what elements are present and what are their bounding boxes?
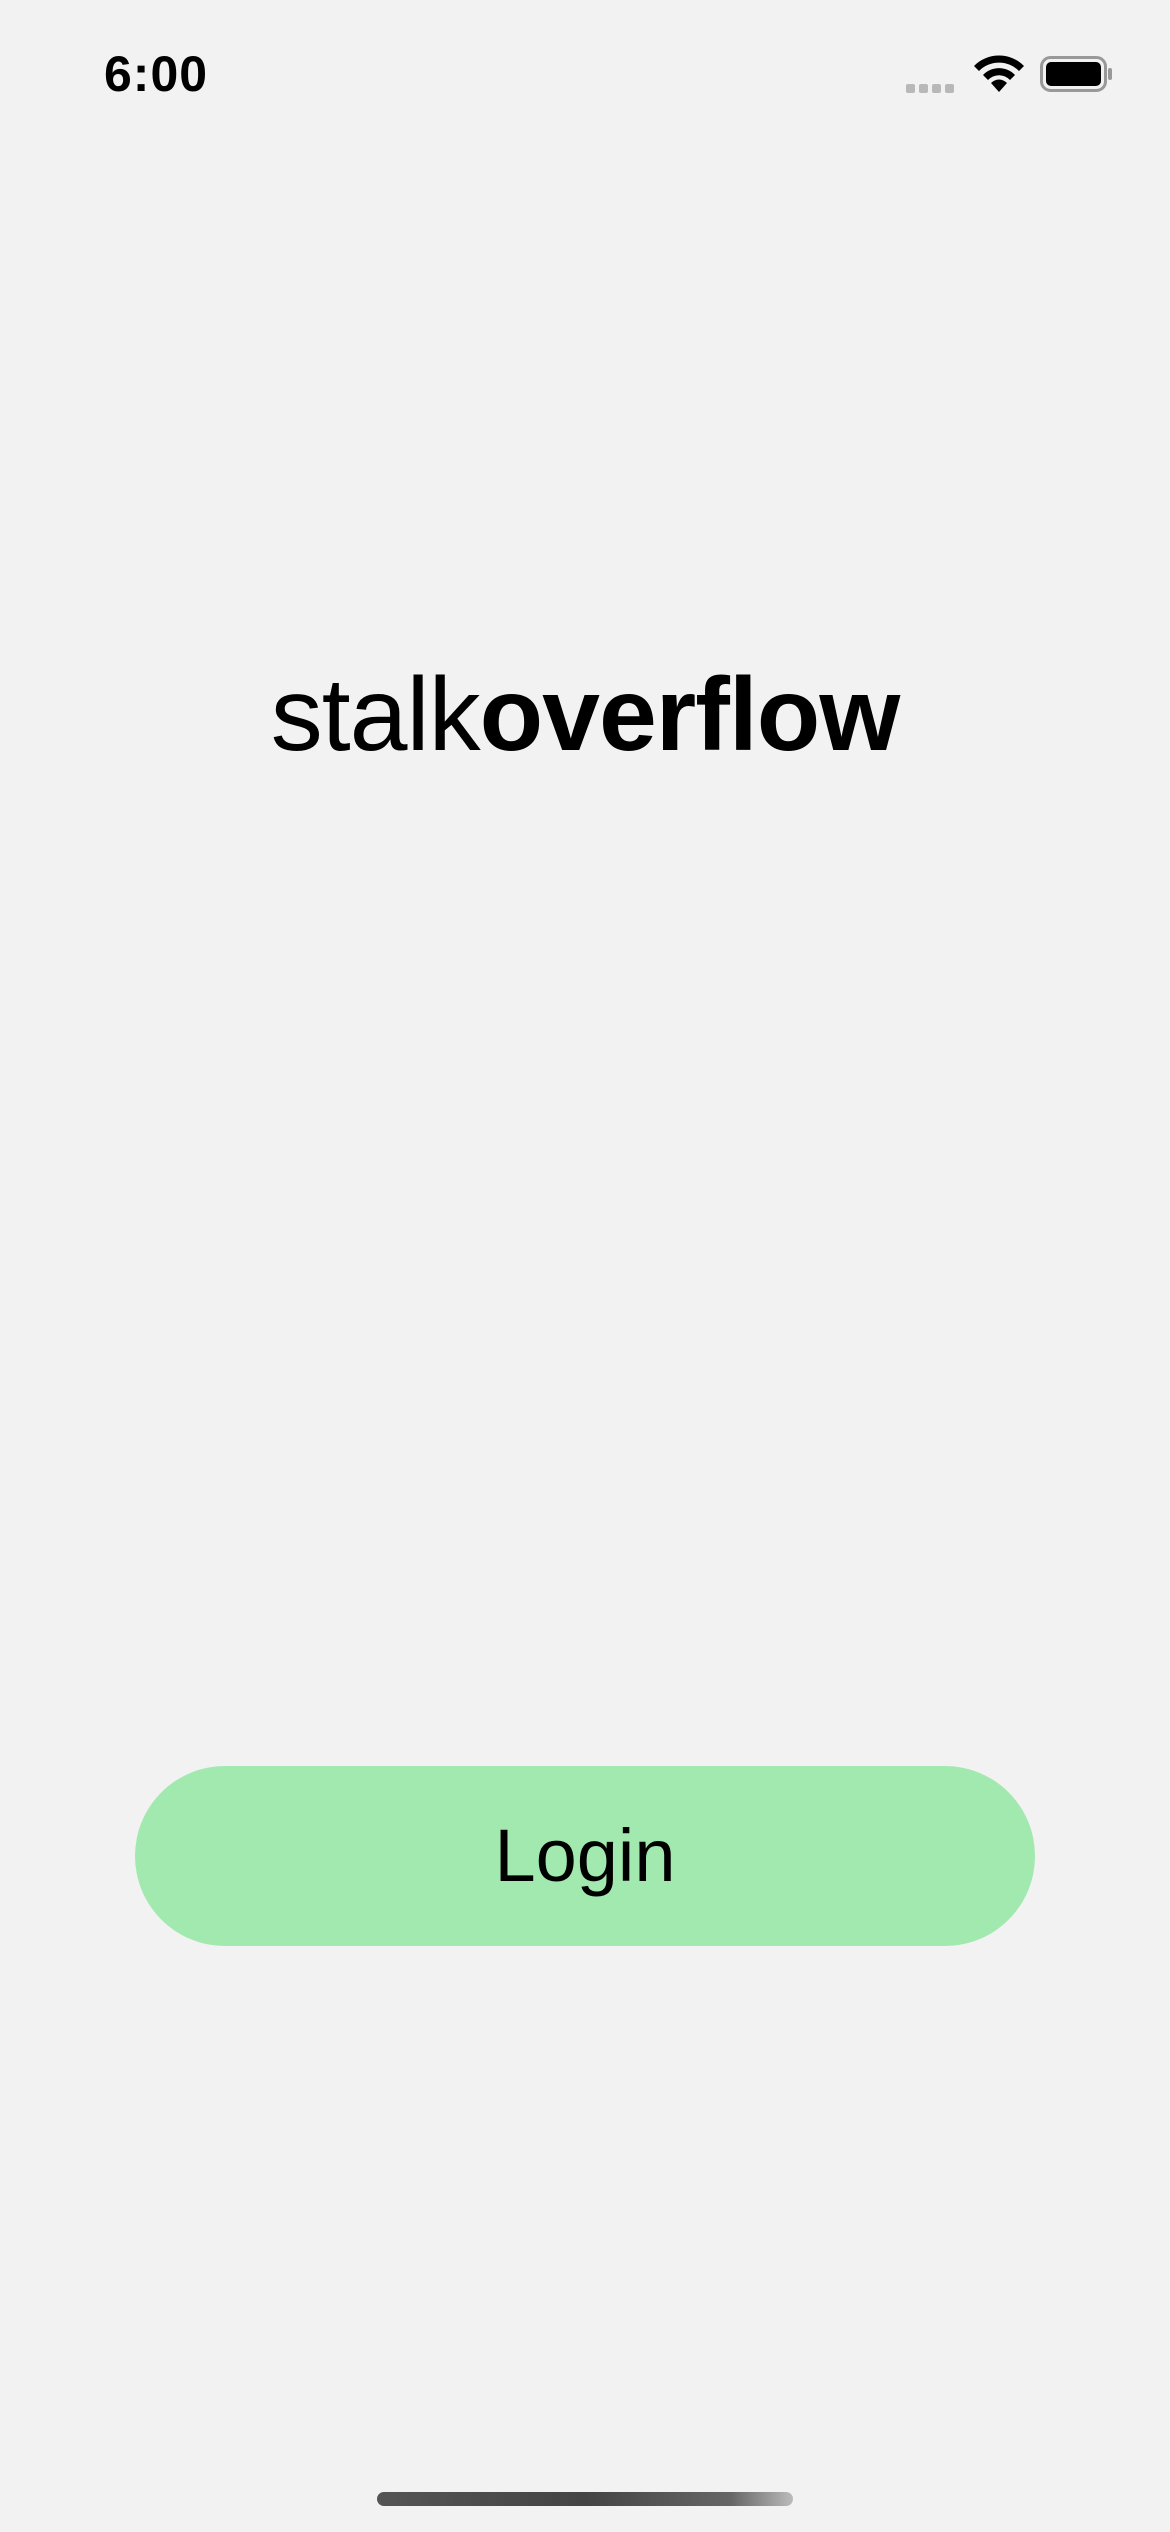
login-button[interactable]: Login: [135, 1766, 1035, 1946]
home-indicator[interactable]: [377, 2492, 793, 2506]
login-button-label: Login: [494, 1814, 676, 1897]
brand-bold-text: overflow: [479, 657, 901, 773]
status-time: 6:00: [104, 46, 209, 102]
signal-icon: [906, 80, 960, 93]
app-logo-wordmark: stalkoverflow: [0, 650, 1170, 780]
battery-icon: [1040, 56, 1112, 92]
wifi-icon: [974, 55, 1024, 92]
brand-light-text: stalk: [270, 657, 481, 773]
status-bar: 6:00: [0, 0, 1170, 140]
